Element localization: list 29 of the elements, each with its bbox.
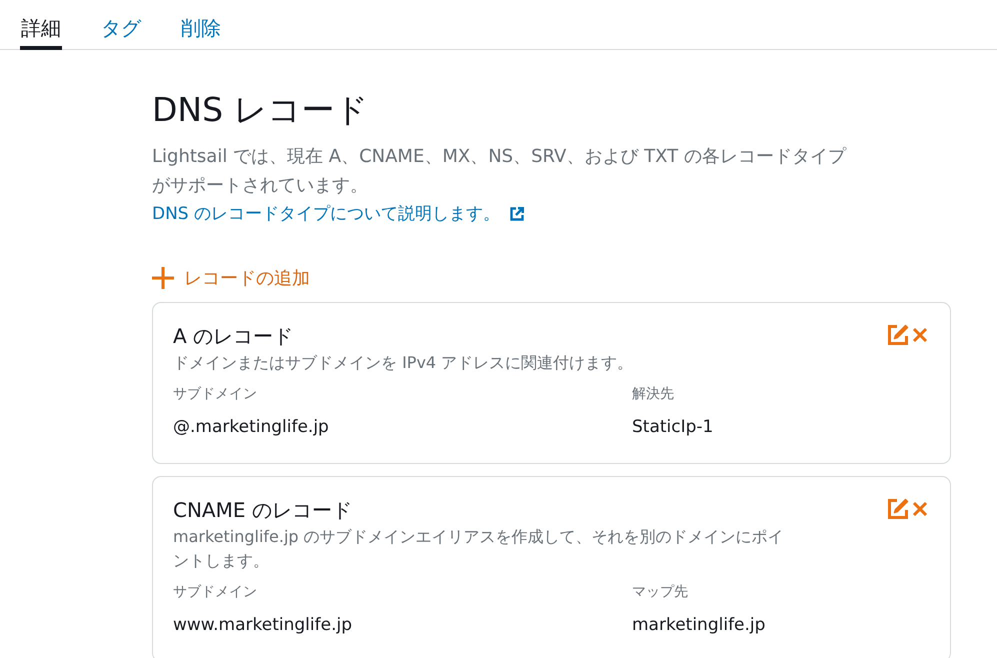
delete-button[interactable] <box>912 327 928 343</box>
section-title: DNS レコード <box>152 89 369 131</box>
tab[interactable]: タグ <box>100 0 142 50</box>
add-record-button[interactable]: レコードの追加 <box>152 266 310 290</box>
record-types-link[interactable]: DNS のレコードタイプについて説明します。 <box>152 200 524 228</box>
field-label: 解決先 <box>632 385 674 404</box>
field-label: サブドメイン <box>173 385 257 404</box>
field-value: StaticIp-1 <box>632 416 714 439</box>
edit-icon <box>887 498 909 520</box>
record-description: ドメインまたはサブドメインを IPv4 アドレスに関連付けます。 <box>173 352 634 374</box>
tab[interactable]: 詳細 <box>20 0 62 50</box>
edit-button[interactable] <box>887 498 909 520</box>
edit-button[interactable] <box>887 324 909 346</box>
record-title: A のレコード <box>173 323 294 350</box>
record-title: CNAME のレコード <box>173 497 352 524</box>
section-description: Lightsail では、現在 A、CNAME、MX、NS、SRV、および TXT の各レコードタイプがサポートされています。 <box>152 145 848 198</box>
close-icon <box>912 501 928 517</box>
field-value: @.marketinglife.jp <box>173 416 329 439</box>
record-description: marketinglife.jp のサブドメインエイリアスを作成して、それを別のドメインにポイントします。 <box>173 526 785 572</box>
delete-button[interactable] <box>912 501 928 517</box>
field-value: www.marketinglife.jp <box>173 614 352 637</box>
close-icon <box>912 327 928 343</box>
plus-icon <box>152 267 174 289</box>
field-label: サブドメイン <box>173 583 257 602</box>
edit-icon <box>887 324 909 346</box>
field-value: marketinglife.jp <box>632 614 766 637</box>
external-link-icon <box>510 207 524 221</box>
tab[interactable]: 削除 <box>180 0 222 50</box>
field-label: マップ先 <box>632 583 688 602</box>
